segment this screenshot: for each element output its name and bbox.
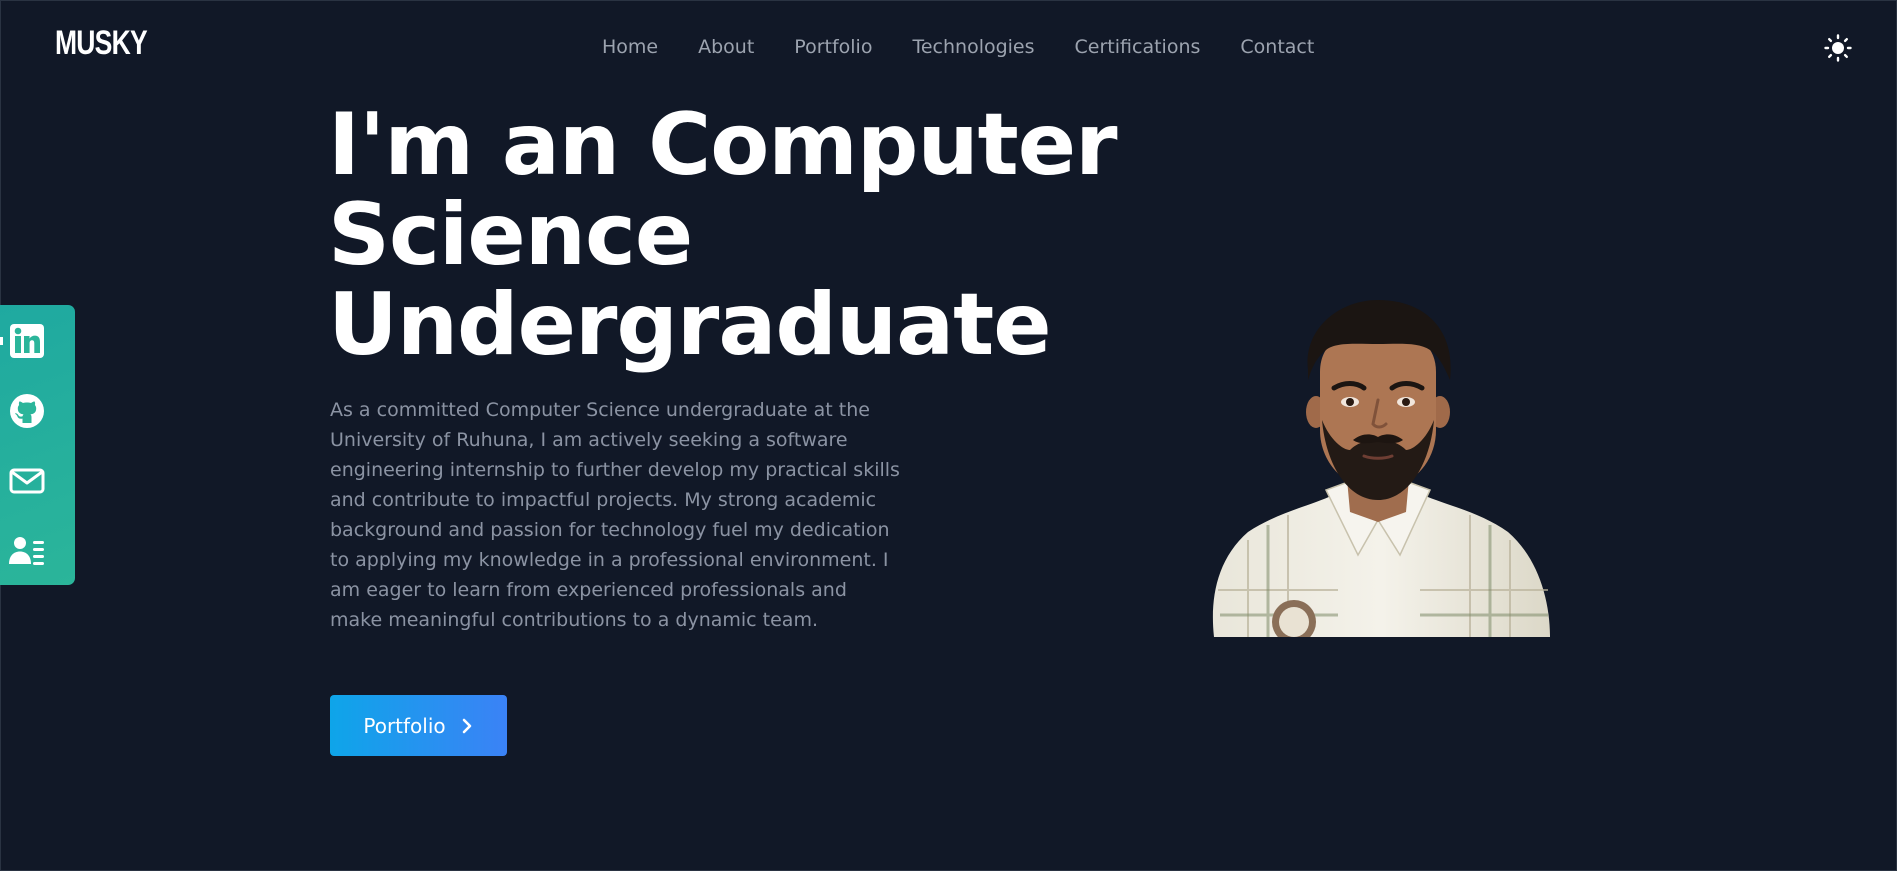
hero-description: As a committed Computer Science undergra… — [330, 399, 900, 631]
nav-home[interactable]: Home — [602, 36, 658, 58]
github-icon — [10, 394, 44, 428]
hero-title-line-1: I'm an Computer — [328, 95, 1118, 195]
nav-contact[interactable]: Contact — [1240, 36, 1314, 58]
social-indicator — [0, 337, 3, 345]
hero-title: I'm an Computer Science Undergraduate — [328, 100, 1208, 370]
nav-technologies[interactable]: Technologies — [912, 36, 1034, 58]
github-link[interactable] — [8, 392, 46, 430]
main-nav: Home About Portfolio Technologies Certif… — [602, 36, 1314, 58]
social-sidebar — [0, 305, 75, 585]
chevron-right-icon — [462, 718, 471, 733]
logo[interactable]: MUSKY — [55, 24, 148, 63]
theme-toggle-button[interactable] — [1824, 34, 1852, 62]
portfolio-button-label: Portfolio — [363, 713, 446, 738]
hero-title-line-2: Science — [328, 185, 693, 285]
nav-about[interactable]: About — [698, 36, 754, 58]
nav-certifications[interactable]: Certifications — [1075, 36, 1201, 58]
resume-link[interactable] — [8, 532, 46, 570]
linkedin-icon — [10, 324, 44, 358]
resume-icon — [9, 537, 44, 565]
mail-icon — [9, 468, 45, 494]
portfolio-button[interactable]: Portfolio — [330, 695, 507, 756]
hero-title-line-3: Undergraduate — [328, 275, 1052, 375]
nav-portfolio[interactable]: Portfolio — [794, 36, 872, 58]
profile-photo — [1212, 300, 1550, 637]
email-link[interactable] — [8, 462, 46, 500]
sun-icon — [1824, 34, 1852, 62]
linkedin-link[interactable] — [8, 322, 46, 360]
